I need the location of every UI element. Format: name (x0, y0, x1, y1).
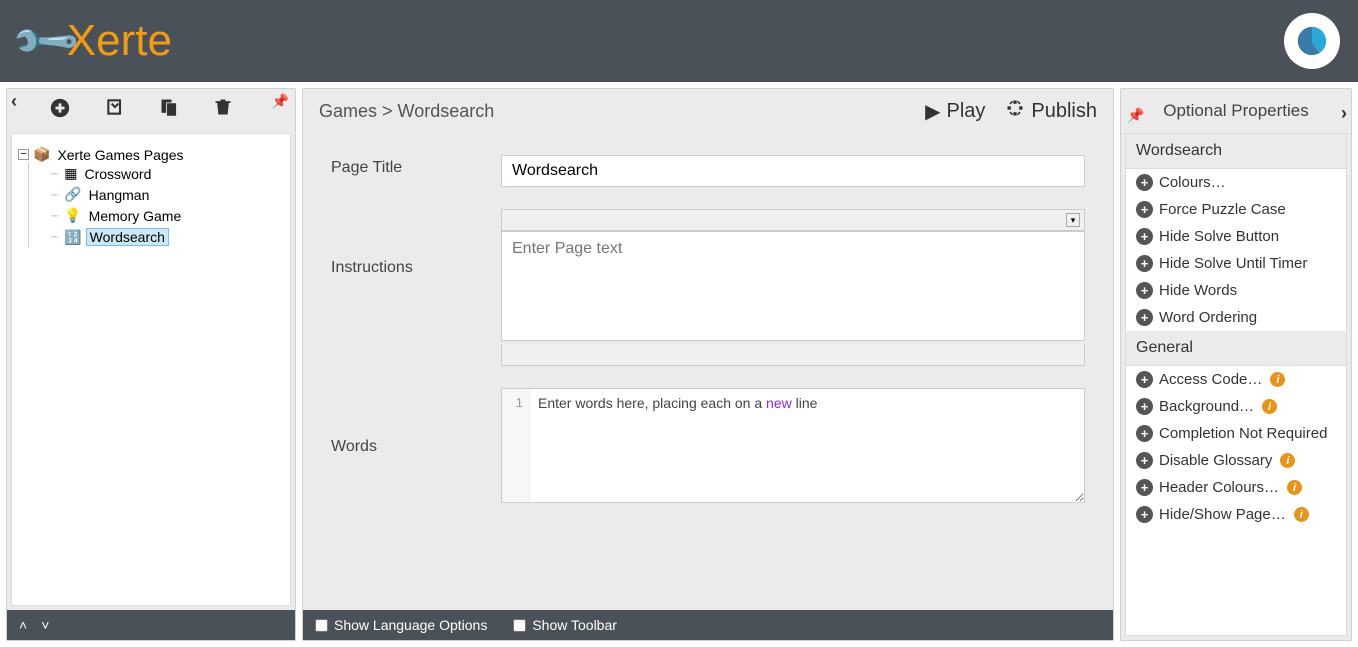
info-icon[interactable]: i (1280, 453, 1295, 468)
plus-icon: + (1136, 425, 1153, 442)
plus-icon: + (1136, 201, 1153, 218)
line-gutter: 1 (502, 389, 530, 502)
nav-up-icon[interactable]: ˄ (19, 617, 27, 633)
tree-item-crossword[interactable]: ┈▦Crossword (51, 165, 284, 182)
instructions-textarea[interactable] (501, 231, 1085, 341)
plus-icon: + (1136, 282, 1153, 299)
instructions-label: Instructions (331, 209, 501, 366)
plus-icon: + (1136, 452, 1153, 469)
pin-icon[interactable]: 📌 (1127, 93, 1144, 137)
app-logo-icon (1295, 24, 1329, 58)
nav-down-icon[interactable]: ˅ (41, 617, 49, 633)
plus-icon: + (1136, 479, 1153, 496)
plus-icon: + (1136, 174, 1153, 191)
collapse-toggle[interactable]: − (18, 149, 29, 160)
properties-list[interactable]: Wordsearch +Colours…+Force Puzzle Case+H… (1125, 133, 1347, 636)
property-item[interactable]: +Hide Words (1126, 277, 1346, 304)
top-bar: 🔧 Xerte (0, 0, 1358, 82)
info-icon[interactable]: i (1294, 507, 1309, 522)
property-item[interactable]: +Completion Not Required (1126, 420, 1346, 447)
property-item[interactable]: +Header Colours…i (1126, 474, 1346, 501)
bottom-bar: Show Language Options Show Toolbar (303, 610, 1113, 640)
properties-title: Optional Properties (1163, 101, 1309, 120)
property-item[interactable]: +Colours… (1126, 169, 1346, 196)
editor-panel: Games > Wordsearch ▶ Play Publish Page T… (302, 88, 1114, 641)
editor-statusbar (501, 344, 1085, 366)
play-button[interactable]: ▶ Play (925, 98, 985, 124)
property-item[interactable]: +Hide Solve Until Timer (1126, 250, 1346, 277)
plus-icon: + (1136, 398, 1153, 415)
page-title-input[interactable] (501, 155, 1085, 187)
plus-icon: + (1136, 309, 1153, 326)
grid-icon: ▦ (64, 165, 77, 182)
editor-toolbar[interactable]: ▾ (501, 209, 1085, 231)
plus-icon: + (1136, 255, 1153, 272)
plus-icon: + (1136, 228, 1153, 245)
account-badge[interactable] (1284, 13, 1340, 69)
tree-panel: ‹ 📌 − (6, 88, 296, 641)
breadcrumb: Games > Wordsearch (319, 101, 494, 122)
info-icon[interactable]: i (1270, 372, 1285, 387)
info-icon[interactable]: i (1262, 399, 1277, 414)
plus-icon: + (1136, 506, 1153, 523)
nav-arrows: ˄ ˅ (7, 610, 295, 640)
tree-item-memory[interactable]: ┈💡Memory Game (51, 207, 284, 224)
show-language-checkbox[interactable]: Show Language Options (315, 617, 487, 633)
copy-icon[interactable] (159, 97, 179, 125)
words-editor[interactable]: 1 Enter words here, placing each on a ne… (501, 388, 1085, 503)
tree-item-wordsearch[interactable]: ┈🔢Wordsearch (51, 228, 284, 246)
collapse-left-icon[interactable]: ‹ (11, 91, 17, 112)
plus-icon: + (1136, 371, 1153, 388)
page-tree[interactable]: − 📦 Xerte Games Pages ┈▦Crossword ┈🔗Hang… (11, 133, 291, 606)
tree-root[interactable]: − 📦 Xerte Games Pages (18, 146, 284, 163)
property-item[interactable]: +Access Code…i (1126, 366, 1346, 393)
property-item[interactable]: +Hide/Show Page…i (1126, 501, 1346, 528)
property-item[interactable]: +Disable Glossaryi (1126, 447, 1346, 474)
add-icon[interactable] (49, 97, 71, 125)
property-item[interactable]: +Hide Solve Button (1126, 223, 1346, 250)
property-item[interactable]: +Word Ordering (1126, 304, 1346, 331)
words-content[interactable]: Enter words here, placing each on a new … (530, 389, 825, 502)
wrench-icon: 🔧 (8, 3, 84, 79)
hangman-icon: 🔗 (64, 186, 81, 203)
logo: 🔧 Xerte (18, 15, 172, 67)
publish-button[interactable]: Publish (1005, 98, 1097, 124)
page-title-label: Page Title (331, 155, 501, 187)
play-icon: ▶ (925, 99, 940, 124)
delete-icon[interactable] (213, 97, 233, 125)
section-wordsearch: Wordsearch (1126, 134, 1346, 169)
box-icon: 📦 (33, 146, 50, 163)
pin-icon[interactable]: 📌 (272, 93, 289, 110)
info-icon[interactable]: i (1287, 480, 1302, 495)
collapse-right-icon[interactable]: › (1341, 91, 1347, 135)
property-item[interactable]: +Force Puzzle Case (1126, 196, 1346, 223)
dropdown-icon[interactable]: ▾ (1066, 213, 1080, 227)
duplicate-icon[interactable] (105, 97, 125, 125)
words-label: Words (331, 388, 501, 503)
wordsearch-icon: 🔢 (64, 229, 81, 246)
section-general: General (1126, 331, 1346, 366)
tree-item-hangman[interactable]: ┈🔗Hangman (51, 186, 284, 203)
bulb-icon: 💡 (64, 207, 81, 224)
property-item[interactable]: +Background…i (1126, 393, 1346, 420)
show-toolbar-checkbox[interactable]: Show Toolbar (513, 617, 617, 633)
globe-icon (1005, 98, 1025, 124)
properties-panel: 📌 Optional Properties › Wordsearch +Colo… (1120, 88, 1352, 641)
